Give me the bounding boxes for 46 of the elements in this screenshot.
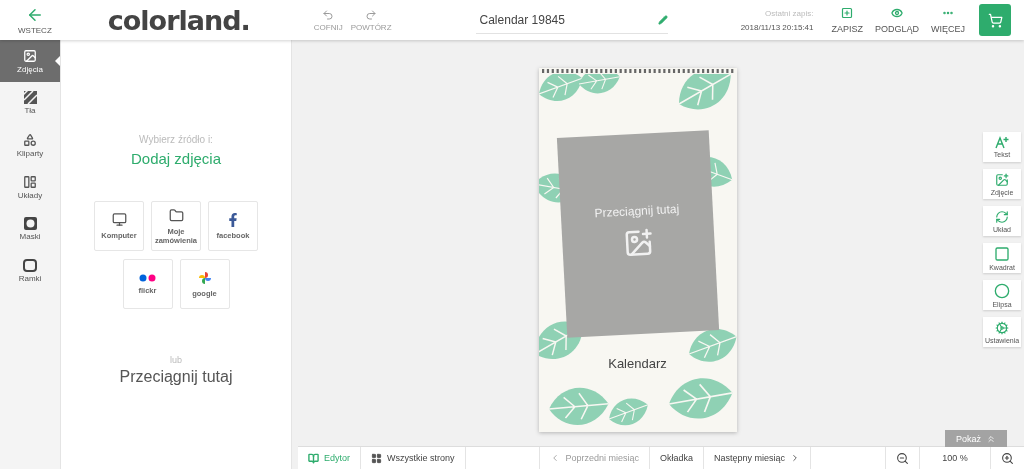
- image-plus-icon: [995, 172, 1009, 187]
- square-icon: [994, 245, 1010, 262]
- drop-hint: Przeciągnij tutaj: [119, 368, 233, 386]
- book-icon: [308, 452, 319, 464]
- photo-drop-hint: Przeciągnij tutaj: [593, 201, 679, 221]
- sidebar-item[interactable]: Maski: [0, 208, 60, 250]
- frame-icon: [23, 259, 37, 272]
- chevrons-up-icon: [986, 433, 996, 444]
- save-icon: [841, 6, 854, 19]
- title-field[interactable]: Calendar 19845: [475, 6, 668, 34]
- add-photos-heading: Dodaj zdjęcia: [130, 150, 222, 167]
- calendar-title: Kalendarz: [608, 356, 667, 371]
- zoom-out-icon: [896, 451, 909, 465]
- sidebar-item[interactable]: Układy: [0, 166, 60, 208]
- folder-icon: [168, 207, 184, 223]
- facebook-icon: [226, 212, 240, 227]
- undo-icon: [322, 8, 335, 21]
- pencil-icon: [657, 14, 668, 25]
- image-icon: [23, 48, 37, 63]
- cart-icon: [987, 12, 1003, 28]
- sidebar-item[interactable]: Tła: [0, 82, 60, 124]
- eye-icon: [890, 6, 903, 19]
- hatched-square-icon: [23, 91, 37, 104]
- last-save-time: 2018/11/13 20:15:41: [740, 22, 814, 32]
- back-button[interactable]: WSTECZ: [14, 5, 56, 35]
- pinwheel-icon: [197, 270, 212, 285]
- cart-button[interactable]: [979, 4, 1011, 36]
- sidebar-item[interactable]: Ramki: [0, 250, 60, 292]
- layout-icon: [23, 174, 37, 189]
- redo-icon: [365, 8, 378, 21]
- mask-icon: [23, 217, 37, 230]
- logo: colorland.: [107, 4, 250, 36]
- sidebar-item[interactable]: Zdjęcia: [0, 40, 60, 82]
- preview-button[interactable]: PODGLĄD: [868, 6, 925, 34]
- shapes-icon: [23, 132, 37, 147]
- more-button[interactable]: WIĘCEJ: [925, 6, 971, 34]
- zoom-in-icon: [1001, 451, 1014, 465]
- refresh-icon: [995, 209, 1009, 224]
- save-button[interactable]: ZAPISZ: [825, 6, 869, 34]
- grid-icon: [371, 452, 382, 464]
- sidebar-item[interactable]: Kliparty: [0, 124, 60, 166]
- source-prompt: Wybierz źródło i:: [139, 134, 213, 145]
- circle-icon: [994, 282, 1010, 299]
- monitor-icon: [111, 212, 127, 227]
- letter-plus-icon: [994, 136, 1010, 149]
- two-dots-icon: [138, 273, 157, 282]
